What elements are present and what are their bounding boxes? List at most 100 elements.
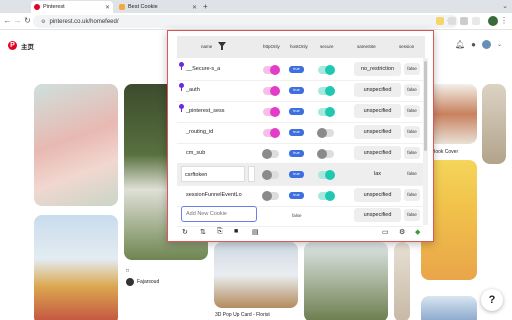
cookie-extension-icon[interactable] [436, 17, 444, 25]
close-tab-icon[interactable]: ✕ [192, 4, 197, 11]
user-avatar-icon [126, 278, 134, 286]
httponly-toggle[interactable] [263, 86, 280, 96]
messages-icon[interactable]: ● [471, 40, 476, 49]
pin-icon[interactable] [179, 104, 184, 112]
pin-photo-edge[interactable] [482, 84, 506, 164]
samesite-select[interactable]: unspecified [354, 104, 401, 118]
cookie-name: __Secure-s_a [186, 66, 221, 72]
side-panel-icon[interactable] [472, 17, 480, 25]
settings-gear-icon[interactable]: ⚙ [399, 228, 405, 236]
refresh-icon[interactable]: ↻ [182, 228, 188, 236]
back-icon[interactable]: ← [3, 16, 12, 25]
session-value: false [404, 189, 420, 201]
pin-caption-book: Book Cover [432, 149, 459, 155]
fullscreen-icon[interactable]: ▭ [382, 228, 389, 236]
copy-icon[interactable]: ⎘ [217, 228, 223, 236]
extension-icon[interactable] [448, 17, 456, 25]
pin-photo-hillside[interactable] [304, 242, 388, 320]
add-cookie-input[interactable] [181, 206, 257, 222]
samesite-select[interactable]: unspecified [354, 146, 401, 160]
cookie-name-field[interactable]: csrftoken [181, 166, 245, 182]
url-text: pinterest.co.uk/homefeed/ [49, 18, 119, 25]
cookie-name: _auth [186, 87, 200, 93]
site-info-icon[interactable]: ⚙ [41, 19, 45, 25]
cookie-row[interactable]: __Secure-s_a true no_restriction false [177, 58, 423, 81]
hostonly-badge: true [289, 129, 304, 136]
hostonly-badge: true [289, 171, 304, 178]
col-hostonly: hostOnly [290, 44, 308, 49]
pin-illustration-girl-flowers[interactable] [34, 84, 118, 206]
cookie-value-field[interactable] [248, 166, 255, 182]
pin-photo-partial[interactable] [394, 242, 410, 320]
pin-icon[interactable] [179, 62, 184, 70]
user-name: Fajarsoud [137, 279, 160, 285]
address-bar[interactable]: ⚙ pinterest.co.uk/homefeed/ ▭ ☆ [33, 15, 458, 28]
pin-illustration-blue[interactable] [421, 296, 477, 320]
session-value: false [404, 105, 420, 117]
hostonly-badge: true [289, 150, 304, 157]
notifications-icon[interactable]: 🔔︎ [455, 40, 465, 49]
pin-caption: □ [126, 268, 130, 274]
cookie-table-header: name httpOnly hostOnly secure sameSite s… [177, 36, 425, 58]
pin-illustration-watermelon[interactable] [34, 215, 118, 320]
help-button[interactable]: ? [481, 289, 503, 311]
forward-icon[interactable]: → [13, 16, 22, 25]
samesite-select[interactable]: lax [354, 167, 401, 181]
user-avatar[interactable] [481, 40, 491, 49]
reload-icon[interactable]: ↻ [23, 16, 32, 25]
tab-search-icon[interactable]: ⌄ [502, 2, 508, 10]
httponly-toggle[interactable] [262, 149, 279, 159]
new-samesite-select[interactable]: unspecified [354, 208, 401, 222]
cookie-row[interactable]: _auth true unspecified false [177, 79, 423, 102]
secure-toggle[interactable] [318, 65, 335, 75]
cookie-row[interactable]: csrftoken true lax false [177, 163, 423, 186]
tab-strip: Pinterest ✕ Best Cookie ✕ + ⌄ [0, 0, 512, 13]
profile-avatar[interactable] [488, 16, 498, 26]
import-icon[interactable]: ⇅ [200, 228, 206, 236]
secure-toggle[interactable] [318, 86, 335, 96]
home-link[interactable]: 主页 [21, 41, 34, 51]
pin-user[interactable]: Fajarsoud [126, 278, 159, 286]
tab-best-cookie[interactable]: Best Cookie ✕ [116, 1, 200, 13]
browser-toolbar: ← → ↻ ⚙ pinterest.co.uk/homefeed/ ▭ ☆ ⋮ [0, 13, 512, 30]
new-tab-button[interactable]: + [203, 2, 208, 11]
popup-footer: ↻ ⇅ ⎘ ■ ▤ ▭ ⚙ ◆ [177, 225, 425, 241]
cookie-row[interactable]: cm_sub true unspecified false [177, 142, 423, 165]
tab-title: Pinterest [43, 4, 65, 10]
secure-toggle[interactable] [317, 149, 334, 159]
tab-pinterest[interactable]: Pinterest ✕ [31, 1, 113, 13]
session-value: false [404, 84, 420, 96]
cookie-row[interactable]: _routing_id true unspecified false [177, 121, 423, 144]
secure-toggle[interactable] [318, 107, 335, 117]
secure-toggle[interactable] [318, 170, 335, 180]
samesite-select[interactable]: unspecified [354, 125, 401, 139]
httponly-toggle[interactable] [262, 170, 279, 180]
httponly-toggle[interactable] [263, 65, 280, 75]
secure-toggle[interactable] [318, 191, 335, 201]
browser-menu-icon[interactable]: ⋮ [500, 16, 508, 25]
scrollbar-thumb[interactable] [424, 61, 427, 151]
samesite-select[interactable]: no_restriction [354, 62, 401, 76]
hostonly-badge: true [289, 108, 304, 115]
cookie-name: _pinterest_sess [186, 108, 225, 114]
close-tab-icon[interactable]: ✕ [105, 4, 110, 11]
cookie-name: cm_sub [186, 150, 206, 156]
secure-toggle[interactable] [317, 128, 334, 138]
save-icon[interactable]: ■ [234, 228, 238, 235]
pinterest-logo-icon[interactable]: P [8, 41, 17, 50]
col-session: session [399, 44, 415, 49]
pinterest-favicon-icon [34, 4, 40, 10]
samesite-select[interactable]: unspecified [354, 83, 401, 97]
samesite-select[interactable]: unspecified [354, 188, 401, 202]
filter-icon[interactable] [218, 42, 226, 50]
httponly-toggle[interactable] [263, 128, 280, 138]
httponly-toggle[interactable] [262, 191, 279, 201]
session-value: false [404, 126, 420, 138]
pin-icon[interactable] [179, 83, 184, 91]
pin-popup-card[interactable] [214, 242, 298, 308]
extensions-puzzle-icon[interactable] [460, 17, 468, 25]
httponly-toggle[interactable] [263, 107, 280, 117]
cookie-row[interactable]: _pinterest_sess true unspecified false [177, 100, 423, 123]
account-chevron-icon[interactable]: ⌄ [497, 41, 502, 48]
delete-icon[interactable]: ▤ [252, 228, 259, 236]
